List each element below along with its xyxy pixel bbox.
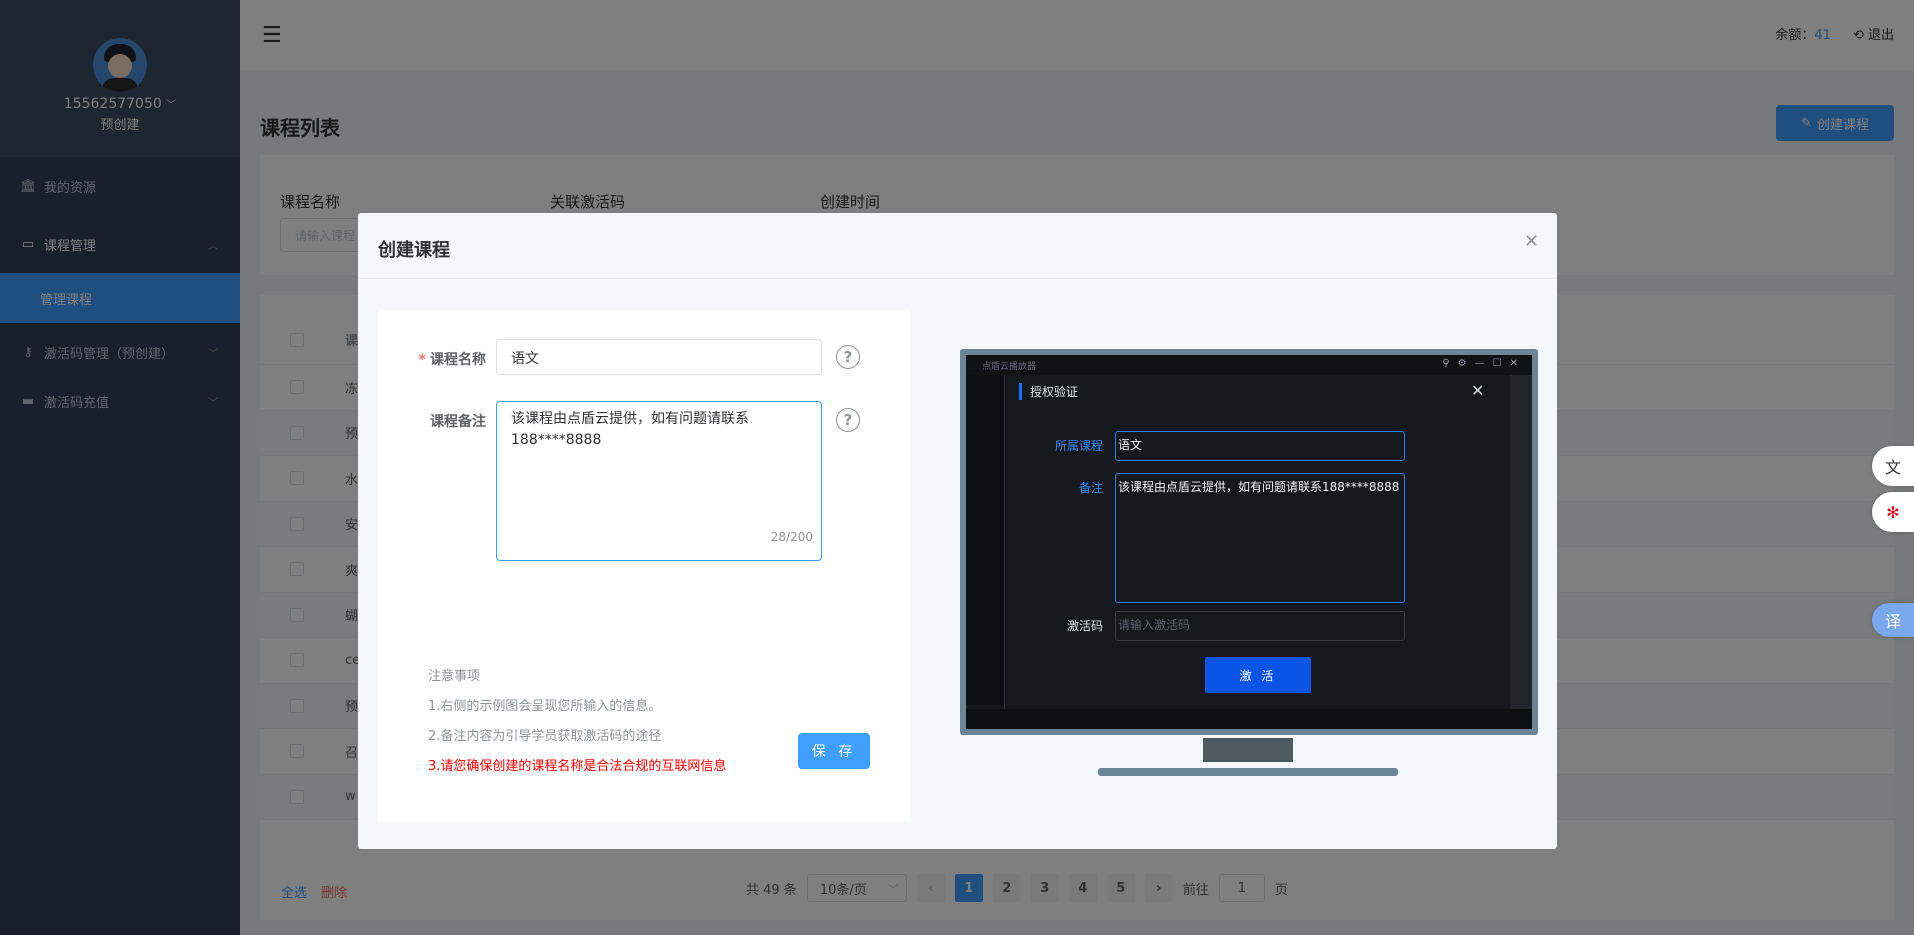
preview-code-input: 请输入激活码 bbox=[1115, 611, 1405, 641]
auth-dialog-preview: 授权验证 ✕ 所属课程 语文 备注 该课程由点盾云提供，如有问题请联系188**… bbox=[1004, 375, 1504, 713]
preview-remark-value: 该课程由点盾云提供，如有问题请联系188****8888 bbox=[1115, 473, 1405, 603]
course-name-input[interactable]: 语文 bbox=[496, 339, 822, 375]
auth-title: 授权验证 bbox=[1019, 383, 1078, 400]
network-tool-icon[interactable]: ✻ bbox=[1872, 492, 1914, 532]
note-item: 1.右侧的示例图会呈现您所输入的信息。 bbox=[428, 699, 662, 714]
close-icon: ✕ bbox=[1471, 381, 1485, 400]
notes: 注意事项 1.右侧的示例图会呈现您所输入的信息。 2.备注内容为引导学员获取激活… bbox=[428, 662, 726, 782]
help-icon[interactable]: ? bbox=[836, 345, 860, 369]
create-course-dialog: 创建课程 ✕ * 课程名称 语文 ? 课程备注 该课程由点盾云提供，如有问题请联系… bbox=[358, 213, 1557, 849]
translate-button[interactable]: 译 bbox=[1872, 603, 1914, 637]
preview-remark-label: 备注 bbox=[1078, 481, 1103, 495]
preview-player-bar bbox=[966, 709, 1532, 729]
note-warning: 3.请您确保创建的课程名称是合法合规的互联网信息 bbox=[428, 759, 727, 774]
preview-monitor: 点盾云播放器 ⚲ ⚙ — ☐ ✕ 授权验证 ✕ 所属课程 语文 备注 该课程由点盾云提供… bbox=[960, 349, 1538, 735]
preview-window-titlebar: 点盾云播放器 ⚲ ⚙ — ☐ ✕ bbox=[966, 355, 1532, 375]
course-remark-textarea[interactable]: 该课程由点盾云提供，如有问题请联系188****8888 28/200 bbox=[496, 401, 822, 561]
save-button[interactable]: 保 存 bbox=[798, 733, 870, 769]
help-icon[interactable]: ? bbox=[836, 408, 860, 432]
course-form: * 课程名称 语文 ? 课程备注 该课程由点盾云提供，如有问题请联系188****… bbox=[378, 310, 910, 822]
char-count: 28/200 bbox=[770, 530, 813, 544]
monitor-base bbox=[1098, 768, 1398, 776]
close-icon[interactable]: ✕ bbox=[1524, 231, 1539, 252]
dialog-title: 创建课程 bbox=[378, 240, 450, 261]
preview-course-label: 所属课程 bbox=[1054, 439, 1103, 453]
preview-code-label: 激活码 bbox=[1066, 619, 1103, 633]
course-name-label: * 课程名称 bbox=[418, 352, 486, 368]
notes-title: 注意事项 bbox=[428, 669, 481, 684]
course-remark-label: 课程备注 bbox=[430, 414, 486, 430]
preview-course-value: 语文 bbox=[1115, 431, 1405, 461]
window-controls: ⚲ ⚙ — ☐ ✕ bbox=[1442, 358, 1518, 369]
note-item: 2.备注内容为引导学员获取激活码的途径 bbox=[428, 729, 662, 744]
translate-tool-icon[interactable]: 文 bbox=[1872, 446, 1914, 486]
preview-screen: 点盾云播放器 ⚲ ⚙ — ☐ ✕ 授权验证 ✕ 所属课程 语文 备注 该课程由点盾云提供… bbox=[966, 355, 1532, 729]
divider bbox=[358, 278, 1557, 279]
preview-activate-button: 激 活 bbox=[1205, 657, 1311, 693]
monitor-stand bbox=[1203, 738, 1293, 762]
